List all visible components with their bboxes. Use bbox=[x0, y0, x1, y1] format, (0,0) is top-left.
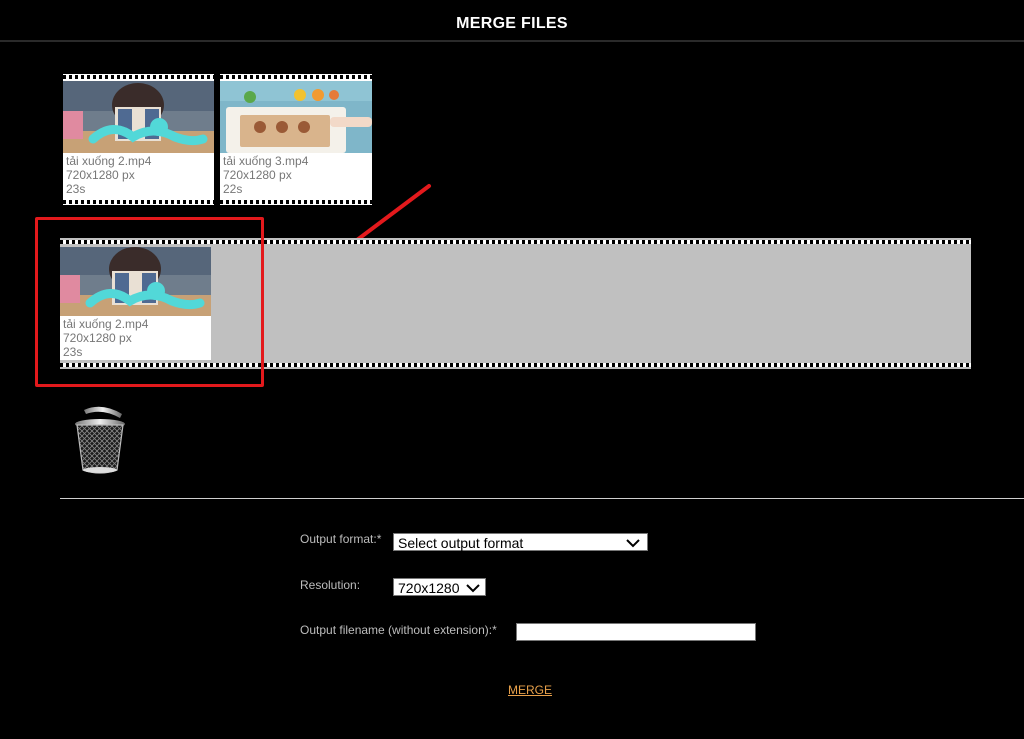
clip-filename: tải xuống 3.mp4 bbox=[223, 154, 309, 168]
section-divider bbox=[60, 498, 1024, 499]
trash-can-icon[interactable] bbox=[72, 406, 130, 476]
resolution-label: Resolution: bbox=[300, 578, 361, 592]
clip-resolution: 720x1280 px bbox=[66, 168, 135, 182]
video-thumbnail-girl-balloon bbox=[60, 247, 211, 316]
output-format-selected: Select output format bbox=[398, 535, 524, 551]
clip-resolution: 720x1280 px bbox=[63, 331, 132, 345]
output-format-label: Output format:* bbox=[300, 532, 382, 546]
timeline-clip-1[interactable]: tải xuống 2.mp4 720x1280 px 23s bbox=[60, 247, 211, 360]
timeline-clip-1-meta: tải xuống 2.mp4 720x1280 px 23s bbox=[63, 317, 148, 359]
header-bar: MERGE FILES bbox=[0, 0, 1024, 42]
page-title: MERGE FILES bbox=[456, 15, 568, 32]
chevron-down-icon bbox=[626, 539, 640, 548]
library-clip-1-meta: tải xuống 2.mp4 720x1280 px 23s bbox=[66, 154, 151, 196]
clip-duration: 23s bbox=[63, 345, 83, 359]
clip-filename: tải xuống 2.mp4 bbox=[63, 317, 149, 331]
clip-duration: 23s bbox=[66, 182, 86, 196]
merge-button[interactable]: MERGE bbox=[508, 683, 552, 697]
output-filename-input[interactable] bbox=[516, 623, 756, 641]
library-clip-1[interactable]: tải xuống 2.mp4 720x1280 px 23s bbox=[63, 74, 214, 205]
video-thumbnail-girl-balloon bbox=[63, 81, 214, 153]
output-filename-label: Output filename (without extension):* bbox=[300, 623, 497, 637]
resolution-selected: 720x1280 bbox=[398, 580, 460, 596]
resolution-select[interactable]: 720x1280 bbox=[393, 578, 486, 596]
clip-filename: tải xuống 2.mp4 bbox=[66, 154, 152, 168]
library-clip-1-frame: tải xuống 2.mp4 720x1280 px 23s bbox=[63, 81, 214, 198]
video-thumbnail-oven bbox=[220, 81, 372, 153]
merge-files-page: MERGE FILES tải xuống 2.mp4 720x1280 px … bbox=[0, 0, 1024, 739]
chevron-down-icon bbox=[466, 584, 480, 593]
output-format-select[interactable]: Select output format bbox=[393, 533, 648, 551]
